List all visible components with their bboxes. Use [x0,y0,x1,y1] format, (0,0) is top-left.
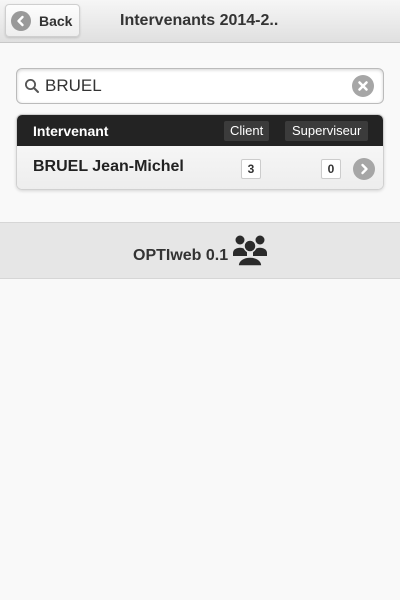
column-header-client: Client [224,121,270,141]
column-header-intervenant: Intervenant [33,123,109,139]
client-count-badge: 3 [241,159,261,179]
page-title: Intervenants 2014-2.. [120,12,279,29]
footer: OPTIweb 0.1 [0,222,400,279]
search-icon [24,78,40,99]
back-button[interactable]: Back [5,4,80,37]
back-button-label: Back [39,12,73,29]
arrow-left-circle-icon [11,10,31,31]
app-version-label: OPTIweb 0.1 [133,247,229,264]
clear-search-icon[interactable] [352,75,374,97]
list-header: Intervenant Client Superviseur [17,115,383,146]
search-box [16,68,384,104]
column-header-superviseur: Superviseur [285,121,369,141]
superviseur-count-badge: 0 [321,159,341,179]
list-item[interactable]: BRUEL Jean-Michel 3 0 [17,146,383,189]
intervenant-name: BRUEL Jean-Michel [33,158,184,175]
users-group-icon [232,232,268,273]
chevron-right-icon[interactable] [353,158,375,180]
intervenants-list: Intervenant Client Superviseur BRUEL Jea… [16,114,384,190]
search-input[interactable] [45,74,345,98]
top-bar: Back Intervenants 2014-2.. [0,0,400,43]
